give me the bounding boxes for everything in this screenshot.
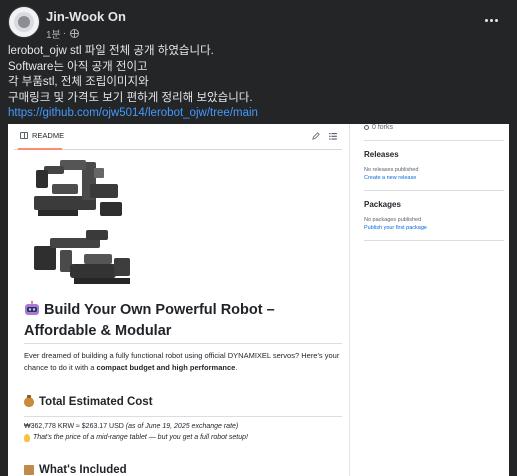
post-line: 각 부품stl, 전체 조립이미지와	[8, 76, 149, 88]
package-icon	[24, 465, 34, 475]
forks-stat[interactable]: 0 forks	[364, 124, 393, 131]
forks-count: 0 forks	[372, 124, 394, 131]
more-options-icon	[484, 18, 488, 22]
list-icon[interactable]	[329, 133, 337, 140]
readme-panel: README Build Your Own Powerful Robot – A…	[14, 124, 342, 476]
column-divider	[349, 124, 350, 476]
readme-tab-label: README	[32, 131, 65, 140]
readme-toolbar: README	[14, 124, 342, 150]
packages-note: No packages published	[364, 217, 422, 223]
post-line: lerobot_ojw stl 파일 전체 공개 하였습니다.	[8, 45, 214, 57]
book-icon	[20, 132, 28, 139]
globe-icon[interactable]	[70, 29, 80, 38]
title-divider	[24, 343, 342, 344]
avatar[interactable]	[8, 6, 40, 38]
releases-heading[interactable]: Releases	[364, 150, 399, 159]
more-options-button[interactable]	[481, 12, 501, 28]
pencil-icon[interactable]	[312, 132, 320, 140]
post-line: Software는 아직 공개 전이고	[8, 60, 148, 73]
tab-readme[interactable]: README	[20, 131, 64, 140]
intro-suffix: .	[235, 362, 238, 372]
attached-image[interactable]: README Build Your Own Powerful Robot – A…	[8, 124, 509, 476]
money-bag-icon	[24, 395, 34, 407]
cost-divider	[24, 416, 342, 417]
robot-icon	[25, 301, 39, 315]
releases-note: No releases published	[364, 167, 419, 173]
packages-heading[interactable]: Packages	[364, 200, 401, 209]
tip-line: That's the price of a mid-range tablet —…	[24, 433, 342, 443]
more-dot	[489, 18, 493, 22]
included-heading: What's Included	[24, 464, 342, 476]
post-text: lerobot_ojw stl 파일 전체 공개 하였습니다. Software…	[8, 44, 508, 122]
included-heading-text: What's Included	[39, 464, 127, 476]
post-line: 구매링크 및 가격도 보기 편하게 정리해 보았습니다.	[8, 91, 253, 104]
post-meta: 1분 ·	[46, 26, 80, 41]
author-name[interactable]: Jin-Wook On	[46, 9, 126, 24]
avatar-detail	[18, 16, 30, 28]
active-tab-indicator	[18, 148, 62, 150]
cost-note: (as of June 19, 2025 exchange rate)	[125, 423, 239, 430]
create-release-link[interactable]: Create a new release	[364, 175, 416, 181]
tip-text: That's the price of a mid-range tablet —…	[33, 434, 248, 441]
cost-heading: Total Estimated Cost	[24, 395, 342, 408]
robot-arm-illustration	[34, 160, 130, 284]
readme-title-text: Build Your Own Powerful Robot – Affordab…	[24, 302, 275, 339]
repo-sidebar: 0 forks Releases No releases published C…	[360, 124, 505, 476]
sidebar-divider	[364, 190, 504, 191]
more-dot	[494, 18, 498, 22]
readme-intro: Ever dreamed of building a fully functio…	[24, 350, 342, 373]
fork-icon	[364, 125, 369, 130]
lightbulb-icon	[24, 434, 30, 442]
post-header: Jin-Wook On 1분 ·	[0, 0, 517, 44]
meta-separator: ·	[62, 28, 67, 39]
intro-bold: compact budget and high performance	[96, 362, 236, 372]
readme-title: Build Your Own Powerful Robot – Affordab…	[24, 300, 342, 342]
github-link[interactable]: https://github.com/ojw5014/lerobot_ojw/t…	[8, 106, 508, 122]
post-time[interactable]: 1분	[46, 26, 61, 41]
sidebar-divider	[364, 240, 504, 241]
cost-value: ₩362,778 KRW ≈ $263.17 USD	[24, 423, 124, 430]
publish-package-link[interactable]: Publish your first package	[364, 225, 427, 231]
cost-value-line: ₩362,778 KRW ≈ $263.17 USD (as of June 1…	[24, 422, 342, 432]
cost-heading-text: Total Estimated Cost	[39, 396, 153, 408]
sidebar-divider	[364, 140, 504, 141]
